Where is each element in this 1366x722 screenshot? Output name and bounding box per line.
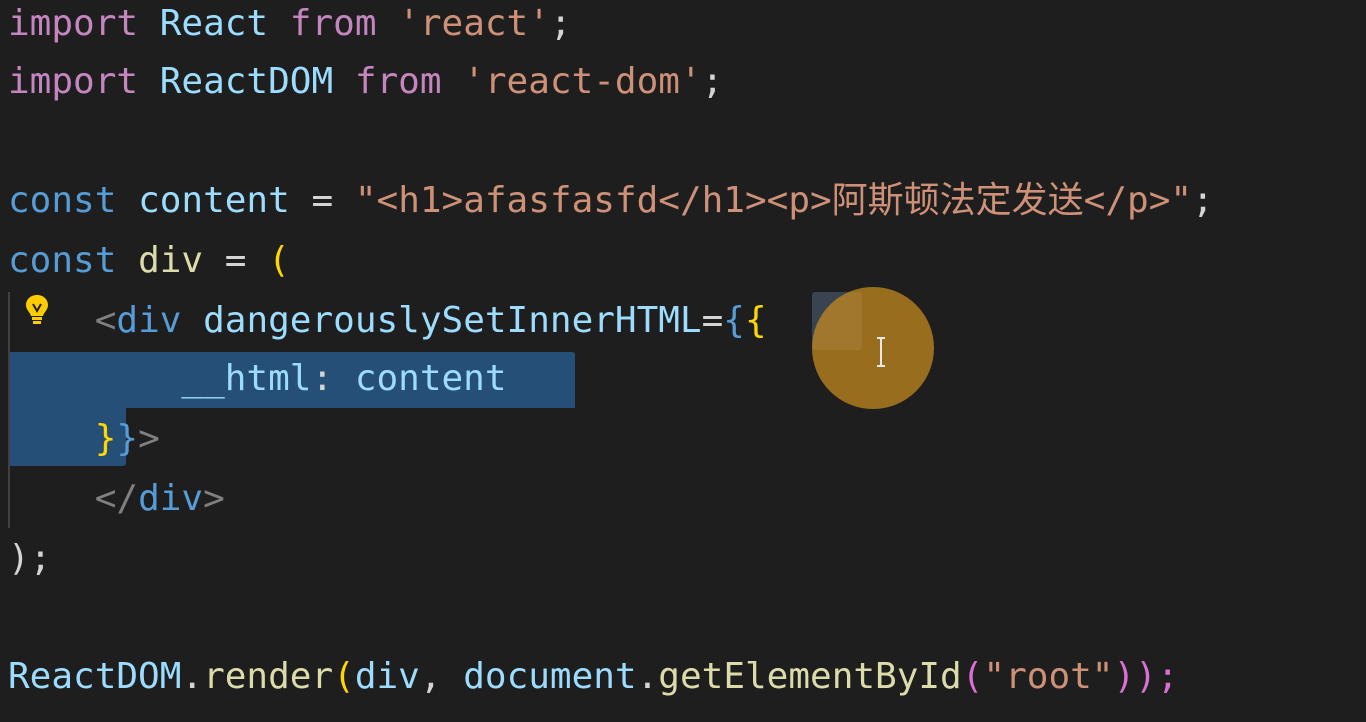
jsx-close-bracket: > [138,418,160,459]
jsx-open-bracket: < [94,300,117,341]
code-line-10[interactable]: ); [8,530,51,588]
text-cursor-icon [874,336,888,368]
jsx-end-open: </ [94,478,139,519]
import-source: 'react' [398,3,550,44]
keyword-import: import [8,3,139,44]
cursor-highlight [812,287,934,409]
jsx-tag-name: div [138,478,204,519]
close-parens: )); [1113,656,1179,697]
import-source: 'react-dom' [463,61,702,102]
inner-brace: { [744,300,767,341]
keyword-const: const [8,180,117,221]
import-name: ReactDOM [159,61,334,102]
comma: , [419,656,442,697]
string-literal: "<h1>afasfasfd</h1><p>阿斯顿法定发送</p>" [354,180,1193,221]
operator: = [701,300,724,341]
open-paren: ( [961,656,984,697]
keyword-from: from [289,3,377,44]
outer-brace: { [723,300,745,341]
jsx-attribute: dangerouslySetInnerHTML [203,300,702,341]
inner-brace-close: } [94,418,117,459]
lightbulb-icon[interactable] [22,292,52,332]
variable-name: content [138,180,290,221]
argument: div [354,656,420,697]
object-name: ReactDOM [8,656,182,697]
object-value: content [354,358,507,399]
colon: : [311,358,334,399]
keyword-from: from [354,61,442,102]
code-line-4[interactable]: const content = "<h1>afasfasfd</h1><p>阿斯… [8,172,1214,230]
keyword-const: const [8,240,117,281]
dot: . [181,656,204,697]
operator: = [224,240,247,281]
semicolon: ; [1192,180,1214,221]
object-key: __html [181,358,312,399]
outer-brace-close: } [116,418,139,459]
dot: . [636,656,659,697]
variable-name: div [138,240,204,281]
code-line-6[interactable]: <div dangerouslySetInnerHTML={{ [8,292,767,350]
statement-end: ); [8,538,52,579]
code-line-5[interactable]: const div = ( [8,232,290,290]
method-name: getElementById [658,656,962,697]
code-line-12[interactable]: ReactDOM.render(div, document.getElement… [8,648,1179,706]
import-name: React [159,3,269,44]
method-name: render [203,656,334,697]
jsx-end-close: > [203,478,225,519]
jsx-tag-name: div [116,300,182,341]
code-editor[interactable]: import React from 'react'; import ReactD… [0,0,1366,722]
open-paren: ( [333,656,355,697]
semicolon: ; [549,3,572,44]
object-name: document [463,656,637,697]
semicolon: ; [701,61,724,102]
code-line-8[interactable]: }}> [8,410,160,468]
keyword-import: import [8,61,139,102]
open-paren: ( [268,240,290,281]
string-literal: "root" [983,656,1114,697]
code-line-9[interactable]: </div> [8,470,225,528]
code-line-1[interactable]: import React from 'react'; [8,0,572,53]
code-line-7[interactable]: __html: content [8,350,507,408]
operator: = [311,180,334,221]
code-line-2[interactable]: import ReactDOM from 'react-dom'; [8,53,723,111]
